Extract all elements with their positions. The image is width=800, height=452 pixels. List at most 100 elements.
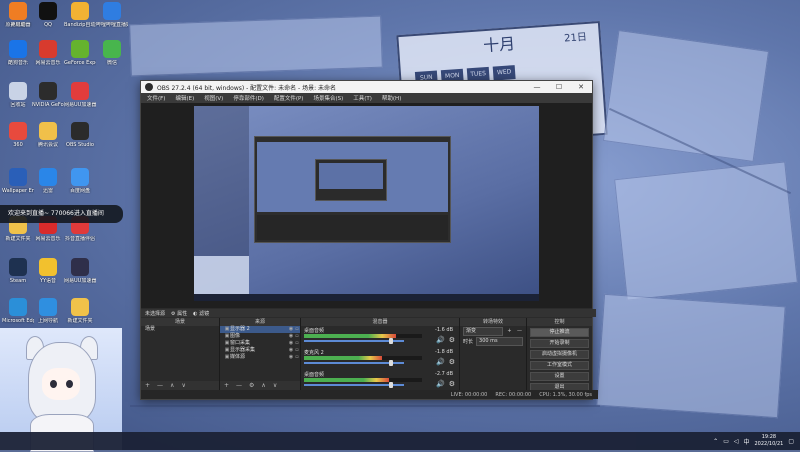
desktop-icon-label: Wallpaper Engine <box>2 188 34 194</box>
source-toolbar-button[interactable]: ∨ <box>273 382 277 389</box>
lock-icon[interactable]: ▫ <box>294 347 300 354</box>
desktop-icon[interactable]: 百度网盘 <box>64 168 96 194</box>
control-button[interactable]: 启动虚拟摄像机 <box>530 350 589 359</box>
volume-slider-knob[interactable] <box>389 360 393 366</box>
gear-icon[interactable]: ⚙ <box>449 358 455 366</box>
desktop-icon[interactable]: 哔哩哔哩直播姬 <box>96 2 128 28</box>
desktop-icon-label: Steam <box>9 278 27 284</box>
scene-toolbar-button[interactable]: ∧ <box>170 382 174 389</box>
source-properties-button[interactable]: ⚙ 属性 <box>171 310 187 317</box>
notification-center-icon[interactable]: ▢ <box>788 438 794 445</box>
menu-item[interactable]: 视图(V) <box>204 94 223 102</box>
desktop-icon[interactable]: 原神启动器 <box>2 2 34 28</box>
desktop-icon-label: 网易云音乐 <box>35 60 61 66</box>
clock[interactable]: 19:28 2022/10/21 <box>755 434 784 448</box>
desktop-icon[interactable]: 网易UU加速器 <box>64 258 96 284</box>
source-item[interactable]: ▣ 媒体源 ◉ ▫ <box>220 354 300 361</box>
speaker-icon[interactable]: 🔊 <box>436 336 445 344</box>
desktop-icon[interactable]: 迅雷 <box>32 168 64 194</box>
desktop-icon[interactable]: 360 <box>2 122 34 148</box>
menu-item[interactable]: 停靠部件(D) <box>233 94 264 102</box>
desktop-icon[interactable]: 网易UU加速器 <box>64 82 96 108</box>
control-button[interactable]: 停止推流 <box>530 328 589 337</box>
menu-item[interactable]: 配置文件(P) <box>274 94 304 102</box>
volume-meter-fill <box>304 378 389 382</box>
chevron-up-icon[interactable]: ⌃ <box>713 438 718 445</box>
desktop-icon[interactable]: QQ <box>32 2 64 28</box>
lock-icon[interactable]: ▫ <box>294 354 300 361</box>
transition-select[interactable]: 渐变 <box>463 326 503 336</box>
desktop-icon-label: 微信 <box>106 60 117 66</box>
control-button[interactable]: 设置 <box>530 372 589 381</box>
desktop-icon[interactable]: OBS Studio <box>64 122 96 148</box>
volume-slider-knob[interactable] <box>389 338 393 344</box>
desktop-icon[interactable]: GeForce Experience <box>64 40 96 66</box>
source-toolbar-button[interactable]: + <box>224 382 229 389</box>
desktop-icon[interactable]: 上网导航 <box>32 298 64 324</box>
speaker-icon[interactable]: 🔊 <box>436 358 445 366</box>
desktop-icon[interactable]: 微信 <box>96 40 128 66</box>
obs-preview[interactable] <box>141 103 592 308</box>
gear-icon[interactable]: ⚙ <box>449 380 455 388</box>
minimize-button[interactable]: — <box>526 83 548 91</box>
desktop-icon[interactable]: Bandizip自动解压 <box>64 2 96 28</box>
desktop-icon[interactable]: NVIDIA GeForce <box>32 82 64 108</box>
control-button[interactable]: 工作室模式 <box>530 361 589 370</box>
desktop-icon[interactable]: Microsoft Edge <box>2 298 34 324</box>
lock-icon[interactable]: ▫ <box>294 340 300 347</box>
scene-item[interactable]: 场景 <box>141 326 219 333</box>
scene-toolbar-button[interactable]: — <box>157 382 163 389</box>
desktop-icon[interactable]: 新建文件夹 <box>64 298 96 324</box>
menu-item[interactable]: 工具(T) <box>353 94 372 102</box>
lock-icon[interactable]: ▫ <box>294 333 300 340</box>
duration-input[interactable]: 300 ms <box>476 336 523 346</box>
app-icon <box>39 298 57 316</box>
clock-date: 2022/10/21 <box>754 441 784 447</box>
scene-toolbar-button[interactable]: ∨ <box>181 382 185 389</box>
desktop-icon[interactable]: YY语音 <box>32 258 64 284</box>
lock-icon[interactable]: ▫ <box>294 326 300 333</box>
desktop-icon-label: QQ <box>44 22 52 28</box>
close-button[interactable]: ✕ <box>570 83 592 91</box>
add-transition-button[interactable]: + <box>506 328 513 334</box>
source-item[interactable]: ▣ 显示器采集 ◉ ▫ <box>220 347 300 354</box>
source-item[interactable]: ▣ 图像 ◉ ▫ <box>220 333 300 340</box>
source-filters-button[interactable]: ◐ 滤镜 <box>193 310 209 317</box>
menu-item[interactable]: 场景集合(S) <box>313 94 343 102</box>
app-icon <box>71 40 89 58</box>
source-toolbar-button[interactable]: — <box>236 382 242 389</box>
desktop-icon[interactable]: 腾讯会议 <box>32 122 64 148</box>
source-toolbar-button[interactable]: ⚙ <box>249 382 254 389</box>
transitions-dock: 转场特效 渐变 + — 时长 300 ms <box>460 318 527 390</box>
source-item[interactable]: ▣ 显示器 2 ◉ ▫ <box>220 326 300 333</box>
preview-canvas[interactable] <box>194 106 539 301</box>
app-icon <box>9 168 27 186</box>
obs-window[interactable]: OBS 27.2.4 (64 bit, windows) - 配置文件: 未命名… <box>140 80 598 400</box>
desktop-icon[interactable]: 网易云音乐 <box>32 40 64 66</box>
obs-titlebar[interactable]: OBS 27.2.4 (64 bit, windows) - 配置文件: 未命名… <box>141 81 592 93</box>
source-toolbar-button[interactable]: ∧ <box>261 382 265 389</box>
app-icon <box>103 2 121 20</box>
gear-icon[interactable]: ⚙ <box>449 336 455 344</box>
desktop-icon[interactable]: 回收站 <box>2 82 34 108</box>
desktop-icon-label: 网易云音乐 <box>35 236 61 242</box>
menu-item[interactable]: 编辑(E) <box>175 94 194 102</box>
maximize-button[interactable]: ☐ <box>548 83 570 91</box>
menu-item[interactable]: 文件(F) <box>147 94 165 102</box>
desktop-icon[interactable]: Steam <box>2 258 34 284</box>
desktop-icon[interactable]: Wallpaper Engine <box>2 168 34 194</box>
control-button[interactable]: 开始录制 <box>530 339 589 348</box>
source-item[interactable]: ▣ 窗口采集 ◉ ▫ <box>220 340 300 347</box>
scene-toolbar-button[interactable]: + <box>145 382 150 389</box>
live-timer: LIVE: 00:00:00 <box>450 391 488 398</box>
network-icon[interactable]: ▭ <box>723 438 729 445</box>
ime-icon[interactable]: 中 <box>743 437 749 446</box>
desktop-icon-label: 哔哩哔哩直播姬 <box>96 22 128 28</box>
volume-slider-knob[interactable] <box>389 382 393 388</box>
desktop-icon[interactable]: 酷狗音乐 <box>2 40 34 66</box>
volume-icon[interactable]: ◁ <box>734 438 739 445</box>
speaker-icon[interactable]: 🔊 <box>436 380 445 388</box>
menu-item[interactable]: 帮助(H) <box>382 94 401 102</box>
taskbar: ⌃ ▭ ◁ 中 19:28 2022/10/21 ▢ <box>0 432 800 450</box>
remove-transition-button[interactable]: — <box>516 328 523 334</box>
